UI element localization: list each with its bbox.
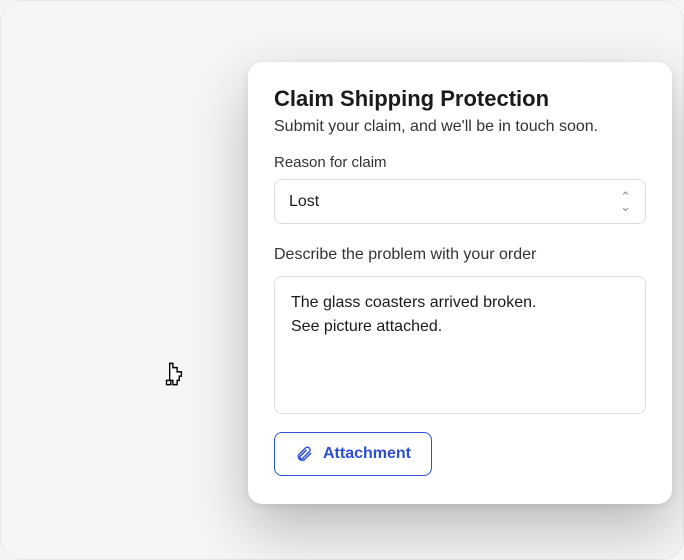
claim-modal: Claim Shipping Protection Submit your cl…: [248, 62, 672, 504]
reason-value: Lost: [289, 193, 319, 211]
modal-title: Claim Shipping Protection: [274, 86, 646, 112]
chevron-sort-icon: ⌃⌄: [620, 192, 631, 211]
attachment-label: Attachment: [323, 445, 411, 463]
attachment-button[interactable]: Attachment: [274, 432, 432, 476]
modal-lead: Submit your claim, and we'll be in touch…: [274, 118, 646, 136]
describe-label: Describe the problem with your order: [274, 246, 646, 264]
reason-select[interactable]: Lost ⌃⌄: [274, 179, 646, 224]
reason-label: Reason for claim: [274, 154, 646, 171]
paperclip-icon: [295, 445, 313, 463]
describe-textarea[interactable]: The glass coasters arrived broken. See p…: [274, 276, 646, 414]
